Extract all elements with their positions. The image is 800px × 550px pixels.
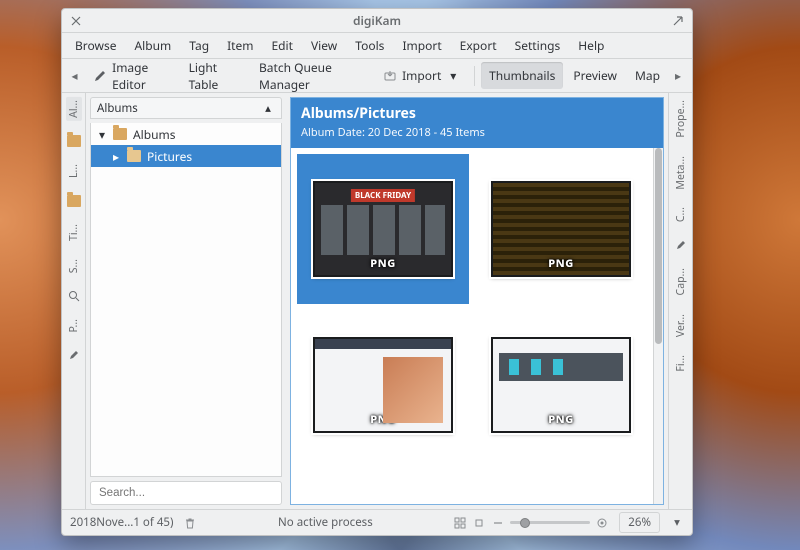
chevron-down-icon[interactable]: ▾: [670, 516, 684, 530]
thumbnail-image: PNG: [313, 181, 453, 277]
format-badge: PNG: [548, 412, 573, 427]
left-tab-albums[interactable]: Al...: [66, 97, 82, 121]
main-area: Albums/Pictures Album Date: 20 Dec 2018 …: [286, 93, 668, 509]
vertical-scrollbar[interactable]: [653, 148, 663, 504]
scrollbar-thumb[interactable]: [655, 148, 662, 344]
menu-export[interactable]: Export: [453, 34, 504, 57]
thumbnail-header: Albums/Pictures Album Date: 20 Dec 2018 …: [291, 98, 663, 148]
pencil-icon: [673, 237, 689, 253]
toolbar-scroll-right[interactable]: ▸: [670, 67, 686, 84]
body: Al... L... Ti... S... P... Albums ▴ ▾ Al…: [62, 93, 692, 509]
right-tab-strip: Prope... Meta... C... Cap... Ver... Fi..…: [668, 93, 692, 509]
light-table-label: Light Table: [189, 59, 239, 93]
tree-label: Pictures: [147, 148, 192, 165]
format-badge: PNG: [370, 412, 395, 427]
titlebar: digiKam: [62, 9, 692, 33]
import-label: Import: [402, 67, 441, 84]
pencil-icon: [66, 347, 82, 363]
sidebar-title: Albums: [97, 101, 138, 116]
import-button[interactable]: Import ▾: [375, 62, 468, 89]
toolbar-separator: [474, 66, 475, 86]
left-tab-people[interactable]: P...: [66, 316, 82, 335]
thumbnail-image: PNG: [491, 337, 631, 433]
zoom-value: 26%: [628, 515, 651, 530]
window-title: digiKam: [84, 12, 670, 29]
image-editor-button[interactable]: Image Editor: [85, 54, 177, 98]
search-box[interactable]: [90, 481, 282, 505]
thumbnail-image: PNG: [491, 181, 631, 277]
tree-row-albums[interactable]: ▾ Albums: [91, 123, 281, 145]
zoom-value-box[interactable]: 26%: [619, 512, 660, 533]
menu-import[interactable]: Import: [395, 34, 448, 57]
pencil-icon: [93, 69, 107, 83]
thumb-small-icon[interactable]: [472, 516, 486, 530]
thumbnail-item[interactable]: PNG: [475, 154, 647, 304]
left-tab-timeline[interactable]: Ti...: [66, 221, 82, 244]
slider-knob[interactable]: [520, 518, 530, 528]
expand-icon[interactable]: ▸: [113, 148, 121, 165]
toolbar-scroll-left[interactable]: ◂: [68, 67, 81, 84]
right-tab-filters[interactable]: Fi...: [673, 352, 689, 375]
view-preview-button[interactable]: Preview: [565, 62, 625, 89]
right-tab-colors[interactable]: C...: [673, 204, 689, 225]
folder-icon: [113, 128, 127, 140]
tree-row-pictures[interactable]: ▸ Pictures: [91, 145, 281, 167]
breadcrumb: Albums/Pictures: [301, 104, 653, 123]
search-input[interactable]: [97, 486, 275, 500]
zoom-slider[interactable]: [510, 521, 590, 524]
import-icon: [383, 69, 397, 83]
album-tree: ▾ Albums ▸ Pictures: [90, 123, 282, 477]
maximize-button[interactable]: [670, 13, 686, 29]
menu-settings[interactable]: Settings: [508, 34, 568, 57]
trash-icon[interactable]: [183, 516, 197, 530]
right-tab-versions[interactable]: Ver...: [673, 311, 689, 340]
search-icon: [66, 288, 82, 304]
sidebar: Albums ▴ ▾ Albums ▸ Pictures: [86, 93, 286, 509]
format-badge: PNG: [548, 256, 573, 271]
batch-queue-button[interactable]: Batch Queue Manager: [251, 54, 371, 98]
app-window: digiKam Browse Album Tag Item Edit View …: [61, 8, 693, 536]
folder-icon: [66, 193, 82, 209]
left-tab-labels[interactable]: L...: [66, 161, 82, 181]
zoom-fit-icon[interactable]: [595, 516, 609, 530]
right-tab-captions[interactable]: Cap...: [673, 265, 689, 298]
chevron-up-icon: ▴: [261, 101, 275, 115]
album-subtitle: Album Date: 20 Dec 2018 - 45 Items: [301, 125, 653, 140]
right-tab-properties[interactable]: Prope...: [673, 97, 689, 141]
view-map-button[interactable]: Map: [627, 62, 668, 89]
view-thumbnails-button[interactable]: Thumbnails: [481, 62, 563, 89]
status-process: No active process: [278, 515, 373, 530]
expand-icon[interactable]: ▾: [99, 126, 107, 143]
thumbnail-item[interactable]: PNG: [297, 154, 469, 304]
menu-help[interactable]: Help: [571, 34, 611, 57]
format-badge: PNG: [370, 256, 395, 271]
thumbnail-image: PNG: [313, 337, 453, 433]
right-tab-metadata[interactable]: Meta...: [673, 153, 689, 193]
thumbnail-item[interactable]: PNG: [475, 310, 647, 460]
image-editor-label: Image Editor: [112, 59, 169, 93]
status-file-hint: 2018Nove...1 of 45): [70, 515, 173, 530]
status-bar: 2018Nove...1 of 45) No active process 26…: [62, 509, 692, 535]
tree-label: Albums: [133, 126, 176, 143]
close-button[interactable]: [68, 13, 84, 29]
folder-icon: [127, 150, 141, 162]
thumbnail-item[interactable]: PNG: [297, 310, 469, 460]
thumbnail-grid: PNG PNG PNG: [291, 148, 653, 504]
folder-icon: [66, 133, 82, 149]
batch-queue-label: Batch Queue Manager: [259, 59, 363, 93]
toolbar: ◂ Image Editor Light Table Batch Queue M…: [62, 59, 692, 93]
sort-icon[interactable]: [453, 516, 467, 530]
light-table-button[interactable]: Light Table: [181, 54, 247, 98]
left-tab-strip: Al... L... Ti... S... P...: [62, 93, 86, 509]
thumbnail-panel: Albums/Pictures Album Date: 20 Dec 2018 …: [290, 97, 664, 505]
chevron-down-icon: ▾: [446, 69, 460, 83]
zoom-out-icon[interactable]: [491, 516, 505, 530]
left-tab-search[interactable]: S...: [66, 256, 82, 276]
sidebar-header[interactable]: Albums ▴: [90, 97, 282, 119]
